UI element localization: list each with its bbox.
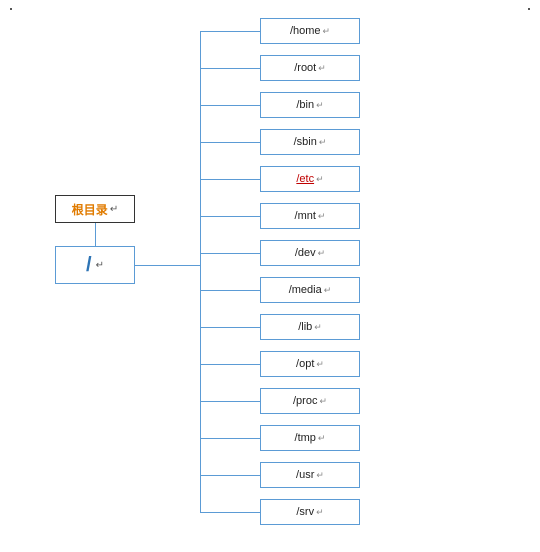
return-glyph: ↵ [316, 100, 324, 111]
branch-connector [200, 216, 260, 217]
directory-name: /bin [296, 99, 314, 111]
trunk-connector [200, 31, 201, 512]
return-glyph: ↵ [318, 63, 326, 74]
directory-name: /usr [296, 469, 314, 481]
directory-box: /opt↵ [260, 351, 360, 377]
directory-box: /srv↵ [260, 499, 360, 525]
return-glyph: ↵ [323, 26, 331, 37]
root-directory-box: / ↵ [55, 246, 135, 284]
corner-marker [10, 8, 12, 10]
return-glyph: ↵ [319, 396, 327, 407]
branch-connector [200, 364, 260, 365]
directory-box: /home↵ [260, 18, 360, 44]
diagram-canvas: 根目录 ↵ / ↵ /home↵/root↵/bin↵/sbin↵/etc↵/m… [0, 0, 540, 552]
root-to-trunk-connector [135, 265, 201, 266]
directory-box: /media↵ [260, 277, 360, 303]
branch-connector [200, 290, 260, 291]
directory-name: /proc [293, 395, 317, 407]
branch-connector [200, 327, 260, 328]
return-glyph: ↵ [316, 507, 324, 518]
directory-name: /mnt [295, 210, 316, 222]
root-label-connector [95, 223, 96, 246]
directory-name: /media [289, 284, 322, 296]
directory-box: /proc↵ [260, 388, 360, 414]
return-glyph: ↵ [318, 211, 326, 222]
branch-connector [200, 401, 260, 402]
branch-connector [200, 438, 260, 439]
directory-name: /root [294, 62, 316, 74]
directory-name: /srv [296, 506, 314, 518]
corner-marker [528, 8, 530, 10]
directory-box: /sbin↵ [260, 129, 360, 155]
branch-connector [200, 475, 260, 476]
directory-box: /bin↵ [260, 92, 360, 118]
directory-name: /lib [298, 321, 312, 333]
return-glyph: ↵ [314, 322, 322, 333]
directory-box: /lib↵ [260, 314, 360, 340]
root-label-box: 根目录 ↵ [55, 195, 135, 223]
return-glyph: ↵ [324, 285, 332, 296]
branch-connector [200, 68, 260, 69]
return-glyph: ↵ [316, 470, 324, 481]
return-glyph: ↵ [96, 260, 104, 271]
return-glyph: ↵ [316, 359, 324, 370]
directory-box: /usr↵ [260, 462, 360, 488]
directory-box: /dev↵ [260, 240, 360, 266]
return-glyph: ↵ [110, 204, 118, 215]
root-symbol: / [86, 254, 92, 277]
directory-box: /mnt↵ [260, 203, 360, 229]
branch-connector [200, 179, 260, 180]
directory-name: /sbin [294, 136, 317, 148]
directory-box: /tmp↵ [260, 425, 360, 451]
return-glyph: ↵ [318, 433, 326, 444]
directory-name: /opt [296, 358, 314, 370]
branch-connector [200, 142, 260, 143]
branch-connector [200, 31, 260, 32]
directory-name: /etc [296, 173, 314, 185]
directory-box: /etc↵ [260, 166, 360, 192]
return-glyph: ↵ [319, 137, 327, 148]
return-glyph: ↵ [316, 174, 324, 185]
branch-connector [200, 253, 260, 254]
branch-connector [200, 512, 260, 513]
directory-box: /root↵ [260, 55, 360, 81]
directory-name: /dev [295, 247, 316, 259]
root-label-text: 根目录 [72, 201, 108, 218]
return-glyph: ↵ [318, 248, 326, 259]
directory-name: /tmp [295, 432, 316, 444]
directory-name: /home [290, 25, 321, 37]
branch-connector [200, 105, 260, 106]
